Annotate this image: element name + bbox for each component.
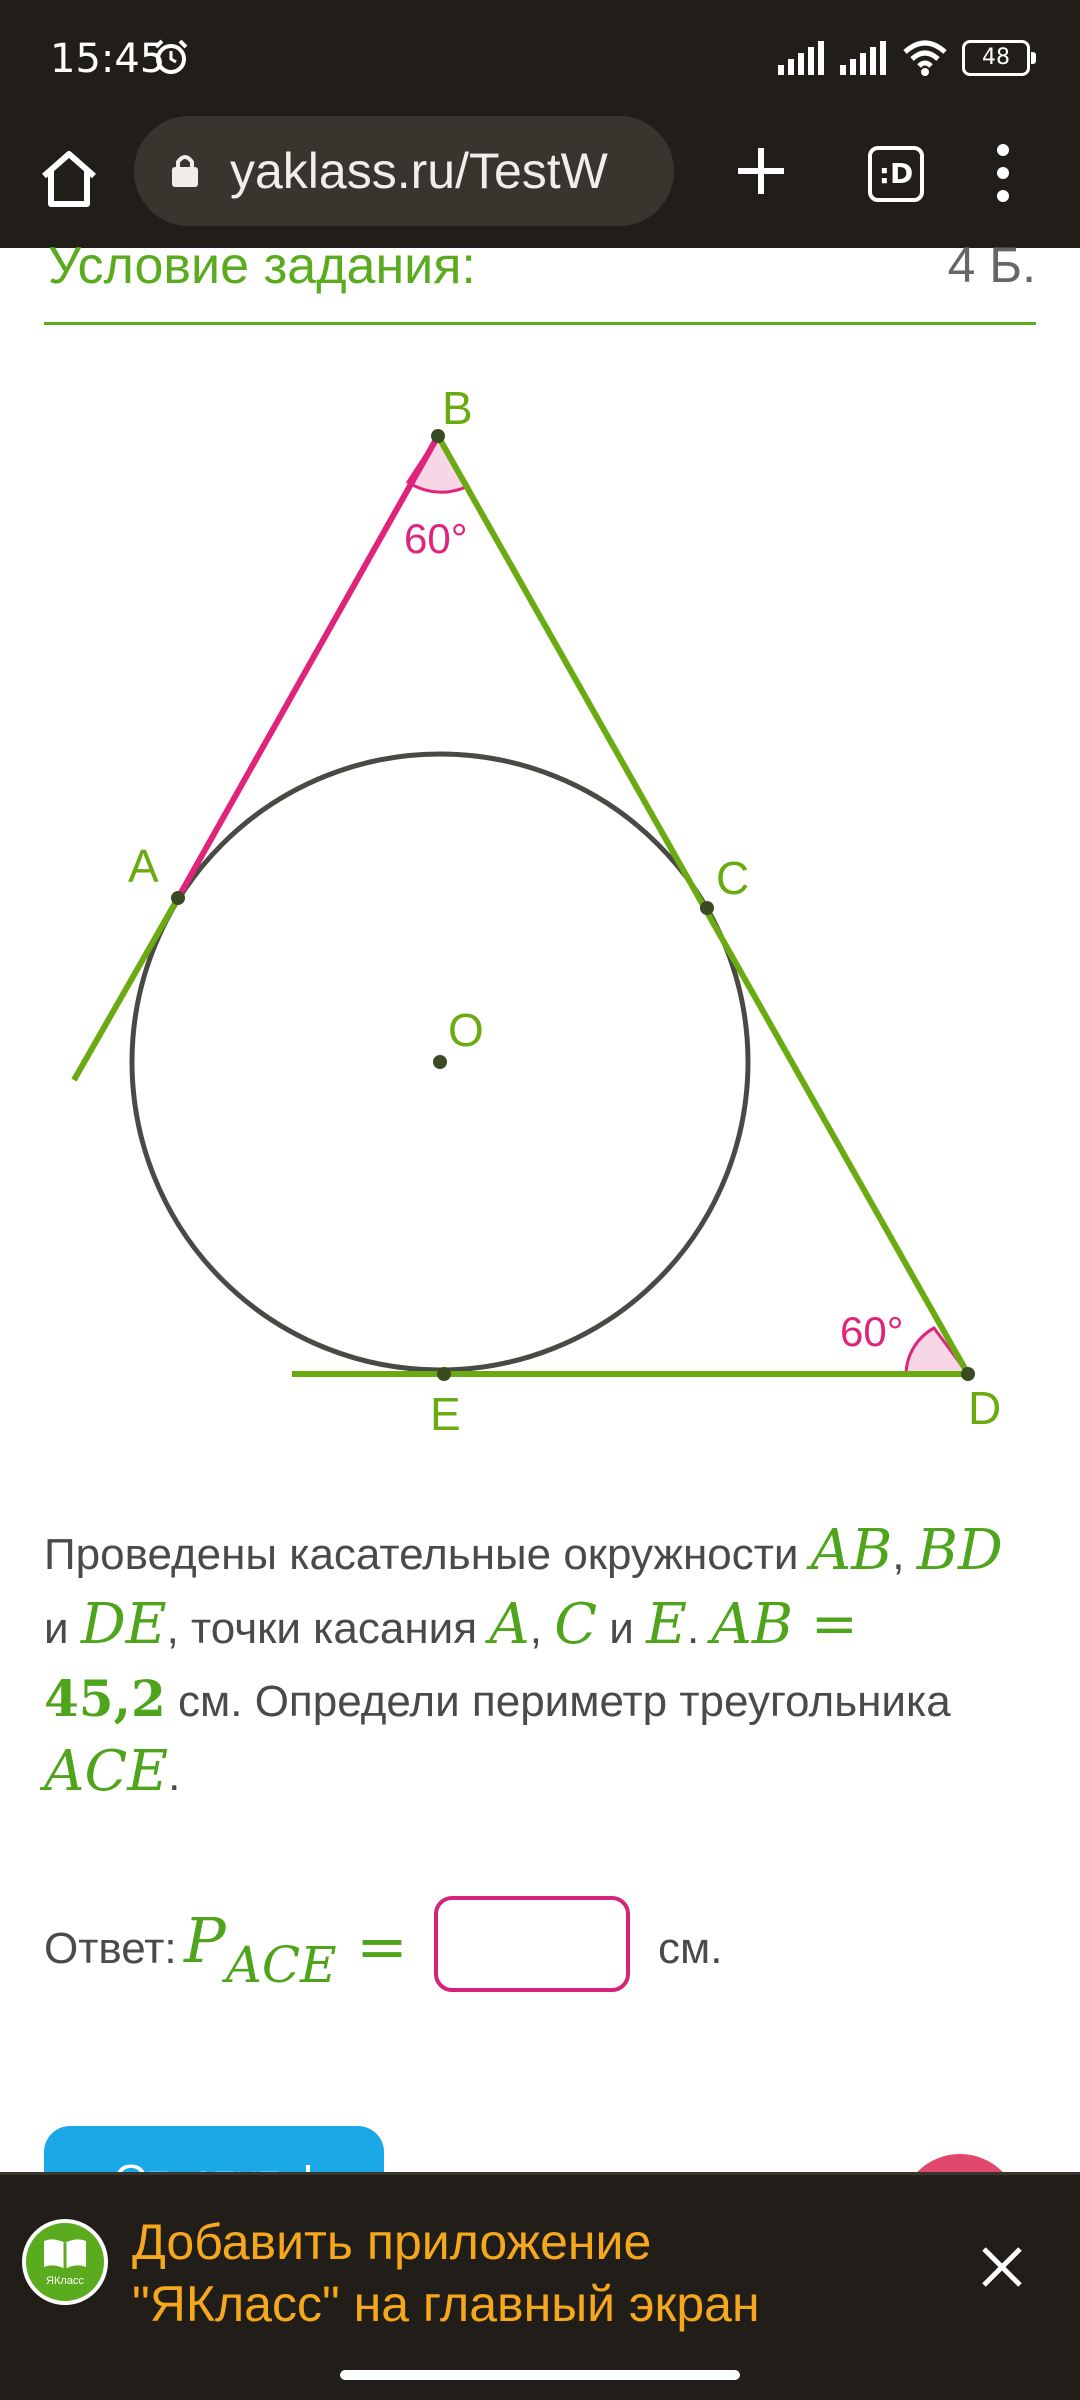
label-o: O — [448, 1004, 484, 1056]
problem-text-part: , — [892, 1530, 917, 1579]
point-o — [433, 1055, 447, 1069]
problem-text-part: . — [168, 1751, 181, 1800]
answer-equals: = — [356, 1910, 408, 1983]
alarm-icon — [154, 39, 188, 74]
label-a: A — [128, 840, 159, 892]
install-app-banner[interactable]: ЯКласс Добавить приложение "ЯКласс" на г… — [0, 2172, 1080, 2361]
math-ab-eq: AB = — [711, 1592, 858, 1657]
problem-text: Проведены касательные окружности AB, BD … — [44, 1516, 1034, 1811]
problem-text-part: , — [529, 1604, 555, 1653]
url-bar[interactable]: yaklass.ru/TestW — [134, 116, 674, 226]
answer-input[interactable] — [434, 1896, 630, 1992]
lock-icon — [172, 155, 198, 187]
math-de: DE — [80, 1592, 167, 1657]
perimeter-subscript: ACE — [225, 1936, 337, 1994]
angle-label-d: 60° — [840, 1308, 904, 1355]
close-icon[interactable] — [976, 2241, 1028, 2293]
problem-text-part: , точки касания — [166, 1604, 490, 1653]
signal-icon-2 — [840, 41, 886, 75]
angle-label-b: 60° — [404, 515, 468, 562]
new-tab-icon[interactable] — [728, 138, 794, 204]
problem-text-part: и — [44, 1604, 81, 1653]
navigation-bar — [0, 2358, 1080, 2400]
label-c: C — [716, 852, 749, 904]
segment-ab — [175, 434, 441, 900]
point-a — [171, 891, 185, 905]
banner-line-2: "ЯКласс" на главный экран — [132, 2276, 760, 2332]
point-d — [961, 1367, 975, 1381]
answer-unit: см. — [658, 1924, 723, 1973]
problem-text-part: и — [597, 1604, 647, 1653]
answer-label: Ответ: — [44, 1924, 177, 1973]
label-d: D — [968, 1382, 1001, 1434]
answer-perimeter-symbol: PACE — [184, 1904, 337, 1994]
url-text: yaklass.ru/TestW — [230, 143, 608, 199]
task-points: 4 Б. — [947, 237, 1036, 293]
label-e: E — [430, 1388, 461, 1440]
browser-toolbar: yaklass.ru/TestW :D — [0, 116, 1080, 248]
geometry-diagram: B A C O E D 60° 60° — [71, 382, 1001, 1440]
battery-icon: 48 — [962, 40, 1036, 76]
problem-text-part: см. Определи периметр треугольника — [165, 1677, 951, 1726]
more-menu-icon[interactable] — [990, 140, 1016, 206]
math-ab: AB — [810, 1518, 893, 1583]
book-icon — [44, 2239, 86, 2269]
line-a-extension — [71, 896, 181, 1082]
math-c: C — [554, 1592, 598, 1657]
perimeter-p: P — [184, 1904, 226, 1977]
math-a: A — [489, 1592, 530, 1657]
problem-text-part: . — [686, 1604, 712, 1653]
task-header: Условие задания: 4 Б. — [44, 236, 1036, 325]
banner-line-1: Добавить приложение — [132, 2214, 652, 2270]
angle-marker-d — [904, 1326, 971, 1376]
logo-text: ЯКласс — [46, 2275, 84, 2287]
math-value: 45,2 — [44, 1669, 166, 1728]
tabs-button[interactable]: :D — [868, 146, 924, 202]
problem-text-part: Проведены касательные окружности — [44, 1530, 811, 1579]
label-b: B — [442, 382, 473, 434]
math-e: E — [646, 1592, 687, 1657]
yaklass-logo-icon: ЯКласс — [22, 2219, 108, 2305]
point-e — [437, 1367, 451, 1381]
status-bar: 15:45 48 — [0, 0, 1080, 116]
home-icon[interactable] — [34, 144, 104, 214]
status-time: 15:45 — [50, 36, 166, 82]
math-bd: BD — [916, 1518, 1003, 1583]
point-c — [700, 901, 714, 915]
math-ace: ACE — [44, 1739, 169, 1804]
wifi-icon — [903, 40, 947, 76]
angle-marker-b — [405, 433, 471, 494]
answer-row: Ответ: PACE = см. — [44, 1896, 1034, 2006]
signal-icon — [778, 41, 824, 75]
task-title: Условие задания: — [48, 237, 476, 295]
banner-text: Добавить приложение "ЯКласс" на главный … — [132, 2211, 912, 2335]
home-indicator[interactable] — [340, 2370, 740, 2380]
